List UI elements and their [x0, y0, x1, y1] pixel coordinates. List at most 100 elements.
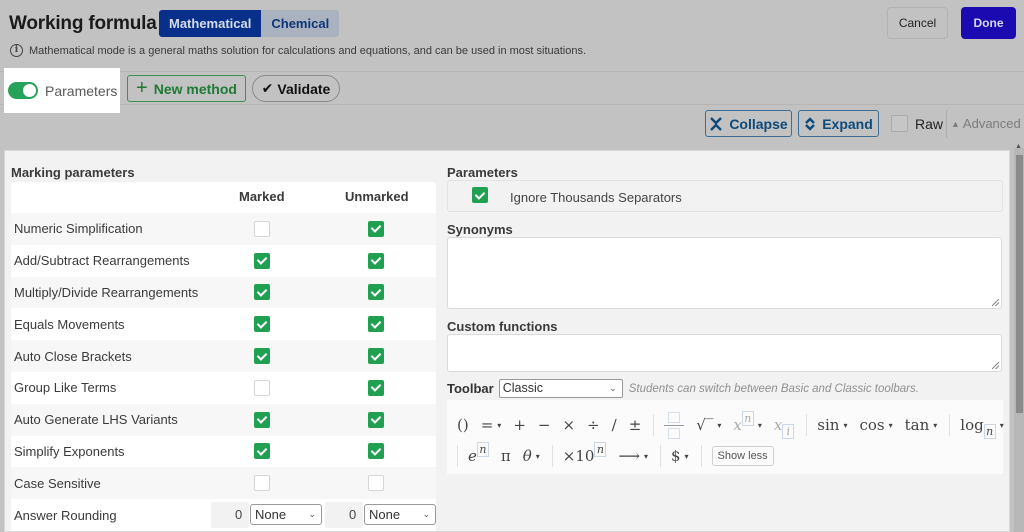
marked-checkbox[interactable] — [254, 379, 270, 396]
expand-button[interactable]: Expand — [798, 110, 879, 137]
unmarked-checkbox[interactable] — [368, 443, 384, 460]
marked-rounding-value[interactable]: 0 — [235, 507, 242, 522]
marked-checkbox[interactable] — [254, 220, 270, 237]
unmarked-checkbox[interactable] — [368, 220, 384, 237]
unmarked-rounding-value[interactable]: 0 — [349, 507, 356, 522]
sqrt-icon: √‾ — [696, 416, 714, 434]
power-button[interactable]: x n ▾ — [733, 410, 762, 434]
toggle-switch[interactable] — [8, 82, 38, 99]
divider — [659, 445, 661, 467]
currency-button[interactable]: $ ▾ — [671, 447, 689, 465]
table-row: Auto Generate LHS Variants — [11, 403, 436, 436]
method-toolbar: Parameters + New method ✔ Validate — [0, 68, 1024, 113]
validate-button[interactable]: ✔ Validate — [252, 75, 340, 102]
divider — [949, 414, 951, 436]
marked-checkbox[interactable] — [254, 252, 270, 269]
custom-functions-title: Custom functions — [447, 319, 558, 334]
unmarked-checkbox[interactable] — [368, 316, 384, 333]
custom-functions-input[interactable] — [447, 334, 1002, 372]
tan-button[interactable]: tan ▾ — [905, 416, 938, 434]
collapse-button[interactable]: Collapse — [705, 110, 792, 137]
dropdown-icon: ▾ — [643, 451, 648, 461]
dropdown-icon: ▾ — [933, 420, 938, 430]
math-toolbar-preview: () = ▾ + − × ÷ / ± √‾ ▾ x n ▾ xi sin ▾ cos ▾ t… — [447, 400, 1004, 474]
resize-handle[interactable] — [992, 362, 999, 369]
mode-mathematical-tab[interactable]: Mathematical — [159, 10, 262, 37]
dropdown-icon: ▾ — [888, 420, 893, 430]
expand-icon — [805, 116, 816, 131]
ignore-thousands-label: Ignore Thousands Separators — [510, 190, 682, 205]
mode-chemical-tab[interactable]: Chemical — [261, 10, 340, 37]
marked-checkbox[interactable] — [254, 411, 270, 428]
marked-checkbox[interactable] — [254, 316, 270, 333]
dropdown-icon: ▾ — [843, 420, 848, 430]
fraction-line — [664, 424, 685, 426]
marked-checkbox[interactable] — [254, 348, 270, 365]
rounding-cell — [211, 502, 249, 529]
new-method-label: New method — [153, 80, 237, 97]
pi-button[interactable]: π — [501, 447, 511, 465]
synonyms-input[interactable] — [447, 237, 1002, 309]
log-button[interactable]: log n ▾ — [960, 416, 1004, 439]
subscript-base: x — [773, 416, 783, 434]
tan-label: tan — [904, 416, 930, 434]
arrow-button[interactable]: ⟶ ▾ — [618, 447, 648, 465]
row-label: Case Sensitive — [14, 475, 101, 491]
parentheses-button[interactable]: () — [457, 416, 469, 434]
scroll-up-icon[interactable]: ▲ — [1015, 143, 1022, 150]
advanced-toggle[interactable]: ▲ Advanced — [951, 116, 1021, 131]
row-label: Add/Subtract Rearrangements — [14, 253, 190, 269]
table-row: Numeric Simplification — [11, 213, 436, 245]
minus-button[interactable]: − — [538, 416, 551, 434]
raw-checkbox[interactable] — [891, 115, 908, 132]
collapse-label: Collapse — [729, 115, 788, 132]
theta-button[interactable]: θ ▾ — [523, 447, 540, 465]
plus-button[interactable]: + — [513, 416, 526, 434]
power-base: x — [733, 416, 742, 434]
cancel-button[interactable]: Cancel — [887, 7, 948, 39]
validate-label: Validate — [277, 80, 331, 97]
times-button[interactable]: × — [562, 416, 575, 434]
ignore-thousands-checkbox[interactable] — [472, 187, 488, 203]
unmarked-checkbox[interactable] — [368, 379, 384, 396]
scientific-notation-button[interactable]: ×10 n — [563, 441, 607, 465]
show-less-button[interactable]: Show less — [711, 446, 774, 466]
unmarked-checkbox[interactable] — [368, 475, 384, 492]
plus-minus-button[interactable]: ± — [629, 416, 642, 434]
dropdown-icon: ▾ — [757, 420, 762, 430]
divider — [457, 445, 458, 467]
marked-checkbox[interactable] — [254, 475, 270, 492]
equals-symbol: = — [480, 416, 494, 434]
subscript-button[interactable]: xi — [773, 416, 795, 439]
expand-label: Expand — [822, 115, 873, 132]
scrollbar-thumb[interactable] — [1016, 155, 1023, 413]
resize-handle[interactable] — [992, 299, 999, 306]
marked-checkbox[interactable] — [254, 284, 270, 301]
unmarked-checkbox[interactable] — [368, 411, 384, 428]
table-row: Auto Close Brackets — [11, 340, 436, 372]
chevron-down-icon: ⌄ — [308, 509, 316, 520]
marked-checkbox[interactable] — [254, 443, 270, 460]
equals-button[interactable]: = ▾ — [481, 416, 502, 434]
row-label: Equals Movements — [14, 316, 125, 332]
toolbar-hint: Students can switch between Basic and Cl… — [628, 382, 919, 395]
done-button[interactable]: Done — [961, 7, 1016, 39]
subscript-index-box: i — [782, 423, 795, 439]
fraction-button[interactable] — [664, 411, 685, 439]
cos-button[interactable]: cos ▾ — [859, 416, 892, 434]
sqrt-button[interactable]: √‾ ▾ — [696, 416, 721, 434]
chevron-up-icon: ▲ — [951, 118, 960, 129]
unmarked-checkbox[interactable] — [368, 284, 384, 301]
sin-button[interactable]: sin ▾ — [817, 416, 847, 434]
synonyms-title: Synonyms — [447, 222, 513, 237]
checkmark-icon: ✔ — [261, 80, 274, 96]
unmarked-checkbox[interactable] — [368, 348, 384, 365]
unmarked-checkbox[interactable] — [368, 252, 384, 269]
unmarked-rounding-select[interactable]: None ⌄ — [364, 504, 436, 526]
slash-button[interactable]: / — [612, 416, 617, 434]
marked-rounding-select[interactable]: None ⌄ — [250, 504, 322, 526]
divide-button[interactable]: ÷ — [587, 416, 600, 434]
toolbar-select[interactable]: Classic ⌄ — [498, 379, 623, 398]
exponential-button[interactable]: en — [468, 441, 489, 465]
new-method-button[interactable]: + New method — [127, 75, 246, 102]
